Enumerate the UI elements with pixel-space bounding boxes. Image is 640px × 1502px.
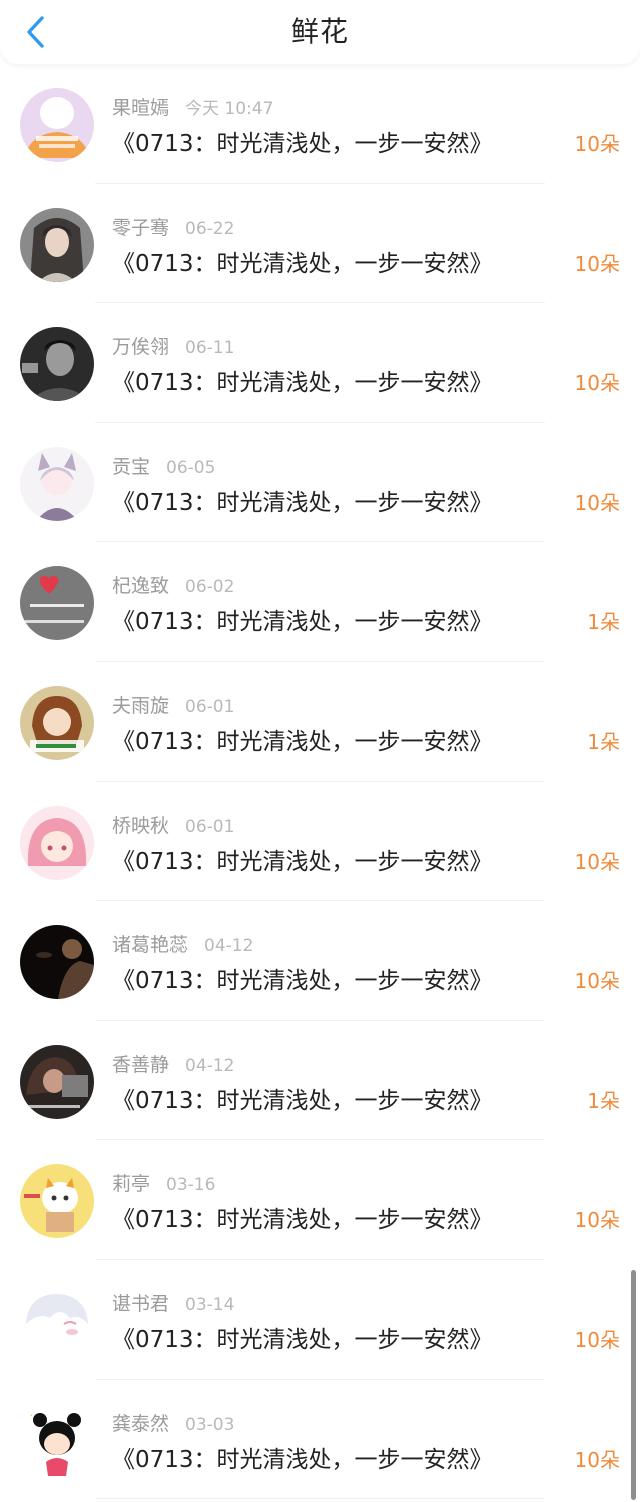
send-date: 06-01	[185, 696, 235, 717]
article-title[interactable]: 《0713：时光清浅处，一步一安然》	[112, 961, 493, 995]
flower-list: 果暄嫣 今天 10:47 《0713：时光清浅处，一步一安然》 10朵 零子骞 06…	[0, 64, 640, 1500]
send-date: 06-05	[166, 457, 216, 478]
send-date: 06-11	[185, 338, 235, 359]
scrollbar[interactable]	[631, 1270, 636, 1500]
avatar[interactable]	[20, 1164, 94, 1239]
sender-name: 果暄嫣 今天 10:47	[112, 93, 273, 120]
article-title[interactable]: 《0713：时光清浅处，一步一安然》	[112, 1320, 493, 1354]
list-item[interactable]: 诸葛艳蕊 04-12 《0713：时光清浅处，一步一安然》 10朵	[0, 901, 640, 1021]
flower-count: 10朵	[574, 371, 620, 396]
avatar[interactable]	[20, 1403, 94, 1478]
flower-count: 10朵	[574, 490, 620, 515]
flower-count: 10朵	[574, 969, 620, 994]
article-title[interactable]: 《0713：时光清浅处，一步一安然》	[112, 842, 493, 876]
avatar[interactable]	[20, 685, 94, 760]
sender-name-text: 谌书君	[112, 1292, 170, 1315]
sender-name: 零子骞 06-22	[112, 213, 234, 240]
sender-name-text: 万俟翎	[112, 336, 170, 359]
divider	[95, 1498, 545, 1500]
list-item[interactable]: 杞逸致 06-02 《0713：时光清浅处，一步一安然》 1朵	[0, 542, 640, 662]
sender-name: 杞逸致 06-02	[112, 571, 234, 598]
sender-name: 贡宝 06-05	[112, 452, 215, 479]
list-item[interactable]: 香善静 04-12 《0713：时光清浅处，一步一安然》 1朵	[0, 1021, 640, 1141]
flower-count: 10朵	[574, 849, 620, 874]
sender-name-text: 果暄嫣	[112, 97, 170, 119]
list-item[interactable]: 零子骞 06-22 《0713：时光清浅处，一步一安然》 10朵	[0, 184, 640, 304]
article-title[interactable]: 《0713：时光清浅处，一步一安然》	[112, 244, 493, 278]
article-title[interactable]: 《0713：时光清浅处，一步一安然》	[112, 124, 493, 158]
sender-name: 桥映秋 06-01	[112, 811, 234, 838]
article-title[interactable]: 《0713：时光清浅处，一步一安然》	[112, 602, 493, 636]
flower-count: 10朵	[574, 1447, 620, 1472]
avatar[interactable]	[20, 805, 94, 880]
sender-name: 诸葛艳蕊 04-12	[112, 930, 253, 957]
list-item[interactable]: 万俟翎 06-11 《0713：时光清浅处，一步一安然》 10朵	[0, 303, 640, 423]
page-title: 鲜花	[290, 15, 349, 48]
flower-count: 10朵	[574, 1208, 620, 1233]
avatar[interactable]	[20, 566, 94, 641]
sender-name-text: 夫雨旋	[112, 694, 170, 717]
sender-name: 万俟翎 06-11	[112, 332, 234, 359]
send-date: 06-02	[185, 577, 235, 598]
article-title[interactable]: 《0713：时光清浅处，一步一安然》	[112, 483, 493, 517]
sender-name-text: 莉亭	[112, 1173, 151, 1196]
send-date: 04-12	[185, 1055, 235, 1076]
sender-name: 龚泰然 03-03	[112, 1409, 234, 1436]
avatar[interactable]	[20, 88, 94, 162]
send-date: 03-03	[185, 1414, 235, 1435]
article-title[interactable]: 《0713：时光清浅处，一步一安然》	[112, 722, 493, 756]
sender-name-text: 桥映秋	[112, 814, 170, 837]
list-item[interactable]: 谌书君 03-14 《0713：时光清浅处，一步一安然》 10朵	[0, 1260, 640, 1380]
sender-name: 香善静 04-12	[112, 1050, 234, 1077]
send-date: 03-16	[166, 1175, 216, 1196]
list-item[interactable]: 果暄嫣 今天 10:47 《0713：时光清浅处，一步一安然》 10朵	[0, 64, 640, 184]
flower-count: 10朵	[574, 1327, 620, 1352]
sender-name-text: 香善静	[112, 1053, 170, 1076]
article-title[interactable]: 《0713：时光清浅处，一步一安然》	[112, 363, 493, 397]
sender-name-text: 杞逸致	[112, 575, 170, 598]
article-title[interactable]: 《0713：时光清浅处，一步一安然》	[112, 1200, 493, 1234]
sender-name-text: 龚泰然	[112, 1412, 170, 1435]
article-title[interactable]: 《0713：时光清浅处，一步一安然》	[112, 1081, 493, 1115]
avatar[interactable]	[20, 327, 94, 402]
send-date: 今天 10:47	[185, 99, 274, 119]
send-date: 06-01	[185, 816, 235, 837]
avatar[interactable]	[20, 1044, 94, 1119]
sender-name: 莉亭 03-16	[112, 1169, 215, 1196]
list-item[interactable]: 桥映秋 06-01 《0713：时光清浅处，一步一安然》 10朵	[0, 782, 640, 902]
sender-name-text: 诸葛艳蕊	[112, 934, 189, 957]
sender-name: 夫雨旋 06-01	[112, 691, 234, 718]
article-title[interactable]: 《0713：时光清浅处，一步一安然》	[112, 1440, 493, 1474]
flower-count: 10朵	[574, 132, 620, 156]
avatar[interactable]	[20, 446, 94, 521]
list-item[interactable]: 贡宝 06-05 《0713：时光清浅处，一步一安然》 10朵	[0, 423, 640, 543]
list-item[interactable]: 莉亭 03-16 《0713：时光清浅处，一步一安然》 10朵	[0, 1140, 640, 1260]
send-date: 06-22	[185, 218, 235, 239]
list-item[interactable]: 龚泰然 03-03 《0713：时光清浅处，一步一安然》 10朵	[0, 1380, 640, 1500]
send-date: 04-12	[204, 936, 254, 957]
header-bar: 鲜花	[0, 0, 640, 64]
sender-name-text: 贡宝	[112, 455, 151, 478]
flower-count: 10朵	[574, 251, 620, 276]
avatar[interactable]	[20, 1283, 94, 1358]
flower-count: 1朵	[587, 610, 620, 635]
sender-name-text: 零子骞	[112, 216, 170, 239]
sender-name: 谌书君 03-14	[112, 1289, 234, 1316]
avatar[interactable]	[20, 925, 94, 1000]
flower-count: 1朵	[587, 729, 620, 754]
avatar[interactable]	[20, 207, 94, 282]
send-date: 03-14	[185, 1294, 235, 1315]
flower-count: 1朵	[587, 1088, 620, 1113]
list-item[interactable]: 夫雨旋 06-01 《0713：时光清浅处，一步一安然》 1朵	[0, 662, 640, 782]
